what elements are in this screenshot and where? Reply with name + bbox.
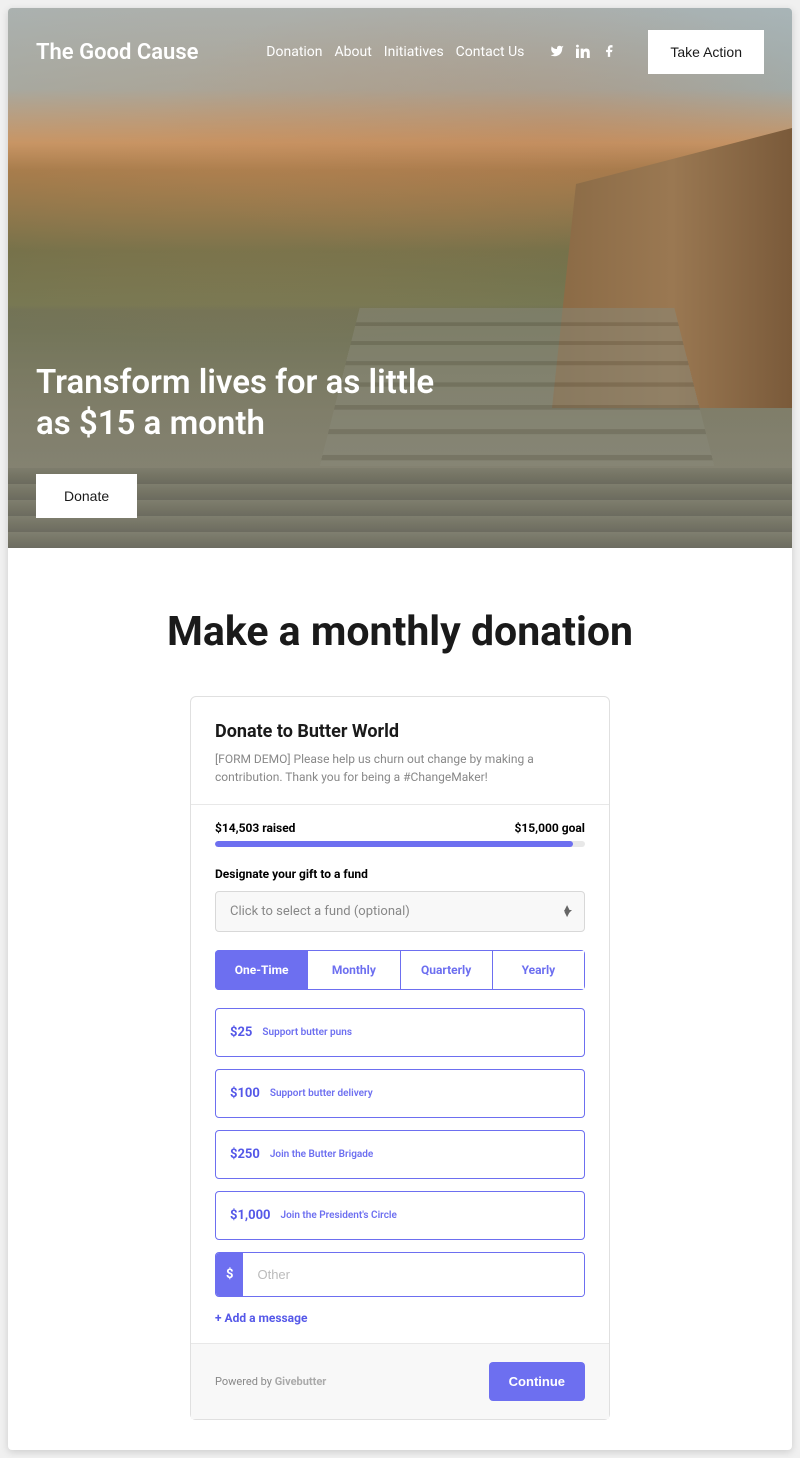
site-logo[interactable]: The Good Cause: [36, 40, 266, 65]
amount-option-other[interactable]: $: [215, 1252, 585, 1297]
amount-options: $25 Support butter puns $100 Support but…: [191, 990, 609, 1343]
nav-links: Donation About Initiatives Contact Us Ta…: [266, 30, 764, 74]
freq-tab-onetime[interactable]: One-Time: [215, 950, 308, 990]
page: The Good Cause Donation About Initiative…: [8, 8, 792, 1450]
freq-tab-quarterly[interactable]: Quarterly: [401, 950, 493, 990]
amount-value: $25: [230, 1025, 252, 1040]
hero-content: Transform lives for as little as $15 a m…: [36, 362, 456, 519]
progress-labels: $14,503 raised $15,000 goal: [215, 821, 585, 835]
navbar: The Good Cause Donation About Initiative…: [8, 8, 792, 96]
amount-value: $250: [230, 1147, 260, 1162]
donation-section: Make a monthly donation Donate to Butter…: [8, 548, 792, 1450]
powered-by: Powered by Givebutter: [215, 1375, 326, 1388]
select-arrows-icon: ▲▼: [562, 906, 572, 918]
nav-link-initiatives[interactable]: Initiatives: [384, 44, 444, 60]
amount-label: Support butter puns: [262, 1027, 352, 1038]
amount-value: $100: [230, 1086, 260, 1101]
continue-button[interactable]: Continue: [489, 1362, 585, 1401]
twitter-icon[interactable]: [550, 43, 564, 62]
powered-prefix: Powered by: [215, 1375, 275, 1388]
freq-tab-monthly[interactable]: Monthly: [308, 950, 400, 990]
amount-option-25[interactable]: $25 Support butter puns: [215, 1008, 585, 1057]
hero-section: The Good Cause Donation About Initiative…: [8, 8, 792, 548]
social-icons: [550, 43, 616, 62]
card-header: Donate to Butter World [FORM DEMO] Pleas…: [191, 697, 609, 804]
card-title: Donate to Butter World: [215, 721, 585, 742]
raised-amount: $14,503 raised: [215, 821, 295, 835]
amount-label: Join the President's Circle: [281, 1210, 397, 1221]
nav-link-donation[interactable]: Donation: [266, 44, 322, 60]
card-description: [FORM DEMO] Please help us churn out cha…: [215, 750, 585, 786]
freq-tab-yearly[interactable]: Yearly: [493, 950, 585, 990]
fund-select[interactable]: Click to select a fund (optional) ▲▼: [215, 891, 585, 932]
amount-label: Support butter delivery: [270, 1088, 373, 1099]
nav-link-contact[interactable]: Contact Us: [456, 44, 525, 60]
amount-option-1000[interactable]: $1,000 Join the President's Circle: [215, 1191, 585, 1240]
amount-option-250[interactable]: $250 Join the Butter Brigade: [215, 1130, 585, 1179]
card-footer: Powered by Givebutter Continue: [191, 1343, 609, 1419]
amount-value: $1,000: [230, 1208, 271, 1223]
linkedin-icon[interactable]: [576, 43, 590, 62]
progress-section: $14,503 raised $15,000 goal: [191, 804, 609, 847]
take-action-button[interactable]: Take Action: [648, 30, 764, 74]
nav-link-about[interactable]: About: [335, 44, 372, 60]
facebook-icon[interactable]: [602, 43, 616, 62]
fund-label: Designate your gift to a fund: [215, 867, 585, 881]
section-title: Make a monthly donation: [28, 608, 772, 656]
add-message-link[interactable]: + Add a message: [215, 1311, 585, 1343]
fund-section: Designate your gift to a fund Click to s…: [191, 847, 609, 932]
frequency-tabs: One-Time Monthly Quarterly Yearly: [215, 950, 585, 990]
donation-card: Donate to Butter World [FORM DEMO] Pleas…: [190, 696, 610, 1420]
amount-option-100[interactable]: $100 Support butter delivery: [215, 1069, 585, 1118]
other-amount-input[interactable]: [243, 1253, 584, 1296]
hero-title: Transform lives for as little as $15 a m…: [36, 362, 456, 445]
amount-label: Join the Butter Brigade: [270, 1149, 373, 1160]
dollar-sign-icon: $: [216, 1253, 243, 1296]
fund-select-placeholder: Click to select a fund (optional): [230, 904, 410, 919]
powered-brand: Givebutter: [275, 1375, 327, 1388]
donate-button[interactable]: Donate: [36, 474, 137, 518]
goal-amount: $15,000 goal: [515, 821, 585, 835]
